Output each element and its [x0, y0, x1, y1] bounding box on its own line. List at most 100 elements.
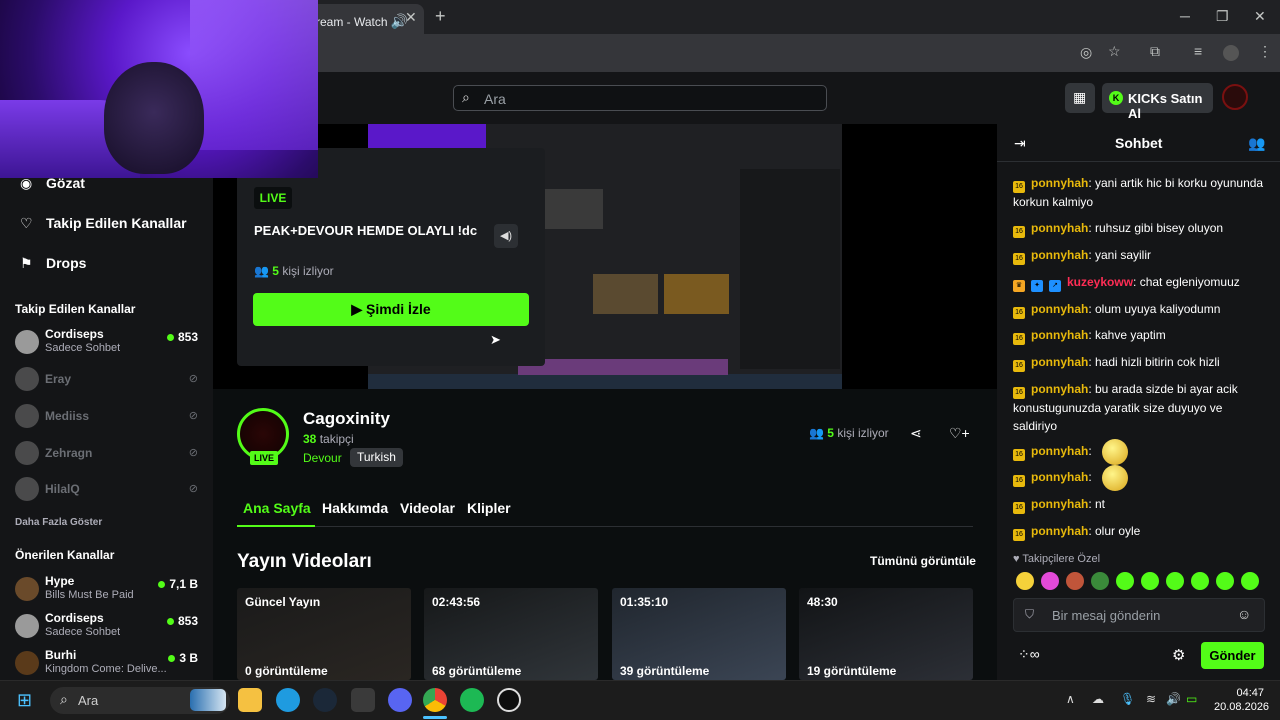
nav-following[interactable]: ♡ Takip Edilen Kanallar	[20, 215, 187, 232]
badge-icon: ↗	[1049, 280, 1061, 292]
app-icon[interactable]	[351, 688, 375, 712]
chat-username[interactable]: kuzeykoww	[1067, 275, 1133, 289]
chat-message: 16 ponnyhah: ruhsuz gibi bisey oluyon	[1013, 219, 1268, 238]
chat-text: : chat egleniyomuuz	[1133, 275, 1240, 289]
see-all-link[interactable]: Tümünü görüntüle	[870, 554, 976, 568]
chat-username[interactable]: ponnyhah	[1031, 382, 1088, 396]
chat-username[interactable]: ponnyhah	[1031, 328, 1088, 342]
chat-username[interactable]: ponnyhah	[1031, 524, 1088, 538]
news-widget-icon[interactable]	[190, 689, 226, 711]
volume-icon[interactable]: 🔊	[1166, 692, 1181, 706]
tab-home[interactable]: Ana Sayfa	[243, 500, 311, 516]
bookmark-star-icon[interactable]: ☆	[1108, 43, 1121, 60]
followed-channel-item[interactable]: HilalQ ⊘	[15, 474, 205, 504]
viewers-count: 5	[272, 264, 279, 278]
close-window-icon[interactable]: ✕	[1254, 8, 1266, 25]
windows-start-icon[interactable]: ⊞	[17, 690, 32, 711]
file-explorer-icon[interactable]	[238, 688, 262, 712]
menu-dots-icon[interactable]: ⋮	[1258, 43, 1272, 60]
minimize-icon[interactable]: ─	[1180, 8, 1190, 24]
spotify-icon[interactable]	[460, 688, 484, 712]
emote-icon[interactable]	[1216, 572, 1234, 590]
app-icon[interactable]	[497, 688, 521, 712]
search-input[interactable]: Ara	[453, 85, 827, 111]
emote-icon[interactable]	[1241, 572, 1259, 590]
battery-icon[interactable]: ▭	[1186, 692, 1197, 706]
send-button[interactable]: Gönder	[1201, 642, 1264, 669]
video-card[interactable]: Güncel Yayın 0 görüntüleme	[237, 588, 411, 680]
subscriber-badge-icon: 16	[1013, 307, 1025, 319]
microphone-icon[interactable]: 🎙	[1120, 692, 1135, 706]
chevron-up-icon[interactable]: ∧	[1066, 692, 1075, 706]
new-tab-button[interactable]: +	[435, 6, 446, 27]
mute-button[interactable]: ◀)	[494, 224, 518, 248]
close-tab-icon[interactable]: ✕	[405, 9, 417, 26]
emoji-icon[interactable]: ☺	[1237, 606, 1251, 622]
recommended-channel-item[interactable]: Hype Bills Must Be Paid 7,1 B	[15, 574, 205, 604]
taskbar-clock[interactable]: 04:47 20.08.2026	[1214, 686, 1269, 714]
tab-clips[interactable]: Klipler	[467, 500, 511, 516]
tab-about[interactable]: Hakkımda	[322, 500, 388, 516]
chat-username[interactable]: ponnyhah	[1031, 355, 1088, 369]
chat-username[interactable]: ponnyhah	[1031, 248, 1088, 262]
channel-item-category: Sadece Sohbet	[45, 626, 121, 638]
share-icon[interactable]: ⋖	[910, 425, 922, 442]
chat-username[interactable]: ponnyhah	[1031, 444, 1088, 458]
emote-icon[interactable]	[1066, 572, 1084, 590]
recommended-channel-item[interactable]: Burhi Kingdom Come: Delive... 3 B	[15, 648, 205, 678]
webcam-background	[190, 0, 318, 150]
buy-kicks-button[interactable]: K KICKs Satın Al	[1102, 83, 1213, 121]
emote-icon[interactable]	[1141, 572, 1159, 590]
discord-icon[interactable]	[388, 688, 412, 712]
chrome-icon[interactable]	[423, 688, 447, 712]
media-icon[interactable]: ≡	[1194, 43, 1202, 59]
eye-off-icon[interactable]: ◎	[1080, 44, 1092, 61]
video-card[interactable]: 48:30 19 görüntüleme	[799, 588, 973, 680]
language-tag[interactable]: Turkish	[350, 448, 403, 467]
library-button[interactable]: ▦	[1065, 83, 1095, 113]
show-more-link[interactable]: Daha Fazla Göster	[15, 517, 102, 528]
user-avatar[interactable]	[1222, 84, 1248, 110]
emote-icon[interactable]	[1091, 572, 1109, 590]
video-card[interactable]: 01:35:10 39 görüntüleme	[612, 588, 786, 680]
cloud-icon[interactable]: ☁	[1092, 692, 1104, 706]
follow-icon[interactable]: ♡+	[949, 425, 970, 442]
chat-users-icon[interactable]: 👥	[1248, 135, 1265, 152]
chat-message: ♛ ✦ ↗ kuzeykoww: chat egleniyomuuz	[1013, 273, 1268, 292]
chat-username[interactable]: ponnyhah	[1031, 470, 1088, 484]
recommended-channel-item[interactable]: Cordiseps Sadece Sohbet 853	[15, 611, 205, 641]
chat-message: 16 ponnyhah: kahve yaptim	[1013, 326, 1268, 345]
extensions-icon[interactable]: ⧉	[1150, 43, 1160, 60]
emote-icon[interactable]	[1166, 572, 1184, 590]
nav-drops[interactable]: ⚑ Drops	[20, 255, 86, 272]
chat-message: 16 ponnyhah:	[1013, 465, 1268, 491]
profile-icon[interactable]	[1223, 45, 1239, 61]
watch-now-button[interactable]: ▶ Şimdi İzle	[253, 293, 529, 326]
emote-icon[interactable]	[1041, 572, 1059, 590]
wifi-icon[interactable]: ≋	[1146, 692, 1156, 706]
chat-input[interactable]: Bir mesaj gönderin	[1013, 598, 1265, 632]
settings-gear-icon[interactable]: ⚙	[1172, 646, 1185, 664]
followed-channel-item[interactable]: Eray ⊘	[15, 364, 205, 394]
followed-channel-item[interactable]: Zehragn ⊘	[15, 438, 205, 468]
tab-videos[interactable]: Videolar	[400, 500, 455, 516]
maximize-icon[interactable]: ❐	[1216, 8, 1229, 25]
points-icon[interactable]: ⁘∞	[1018, 646, 1040, 663]
watch-now-label: Şimdi İzle	[366, 301, 431, 317]
emote-icon[interactable]	[1016, 572, 1034, 590]
category-link[interactable]: Devour	[303, 451, 342, 465]
channel-name[interactable]: Cagoxinity	[303, 409, 390, 429]
video-card[interactable]: 02:43:56 68 görüntüleme	[424, 588, 598, 680]
chat-username[interactable]: ponnyhah	[1031, 176, 1088, 190]
chat-username[interactable]: ponnyhah	[1031, 497, 1088, 511]
followed-channel-item[interactable]: Mediiss ⊘	[15, 401, 205, 431]
followed-channel-item[interactable]: Cordiseps Sadece Sohbet 853	[15, 327, 205, 357]
emote-icon[interactable]	[1191, 572, 1209, 590]
viewers-icon: 👥	[254, 264, 269, 278]
emote-icon[interactable]	[1116, 572, 1134, 590]
chat-username[interactable]: ponnyhah	[1031, 221, 1088, 235]
steam-icon[interactable]	[313, 688, 337, 712]
edge-icon[interactable]	[276, 688, 300, 712]
chat-username[interactable]: ponnyhah	[1031, 302, 1088, 316]
collapse-chat-icon[interactable]: ⇥	[1014, 135, 1026, 152]
